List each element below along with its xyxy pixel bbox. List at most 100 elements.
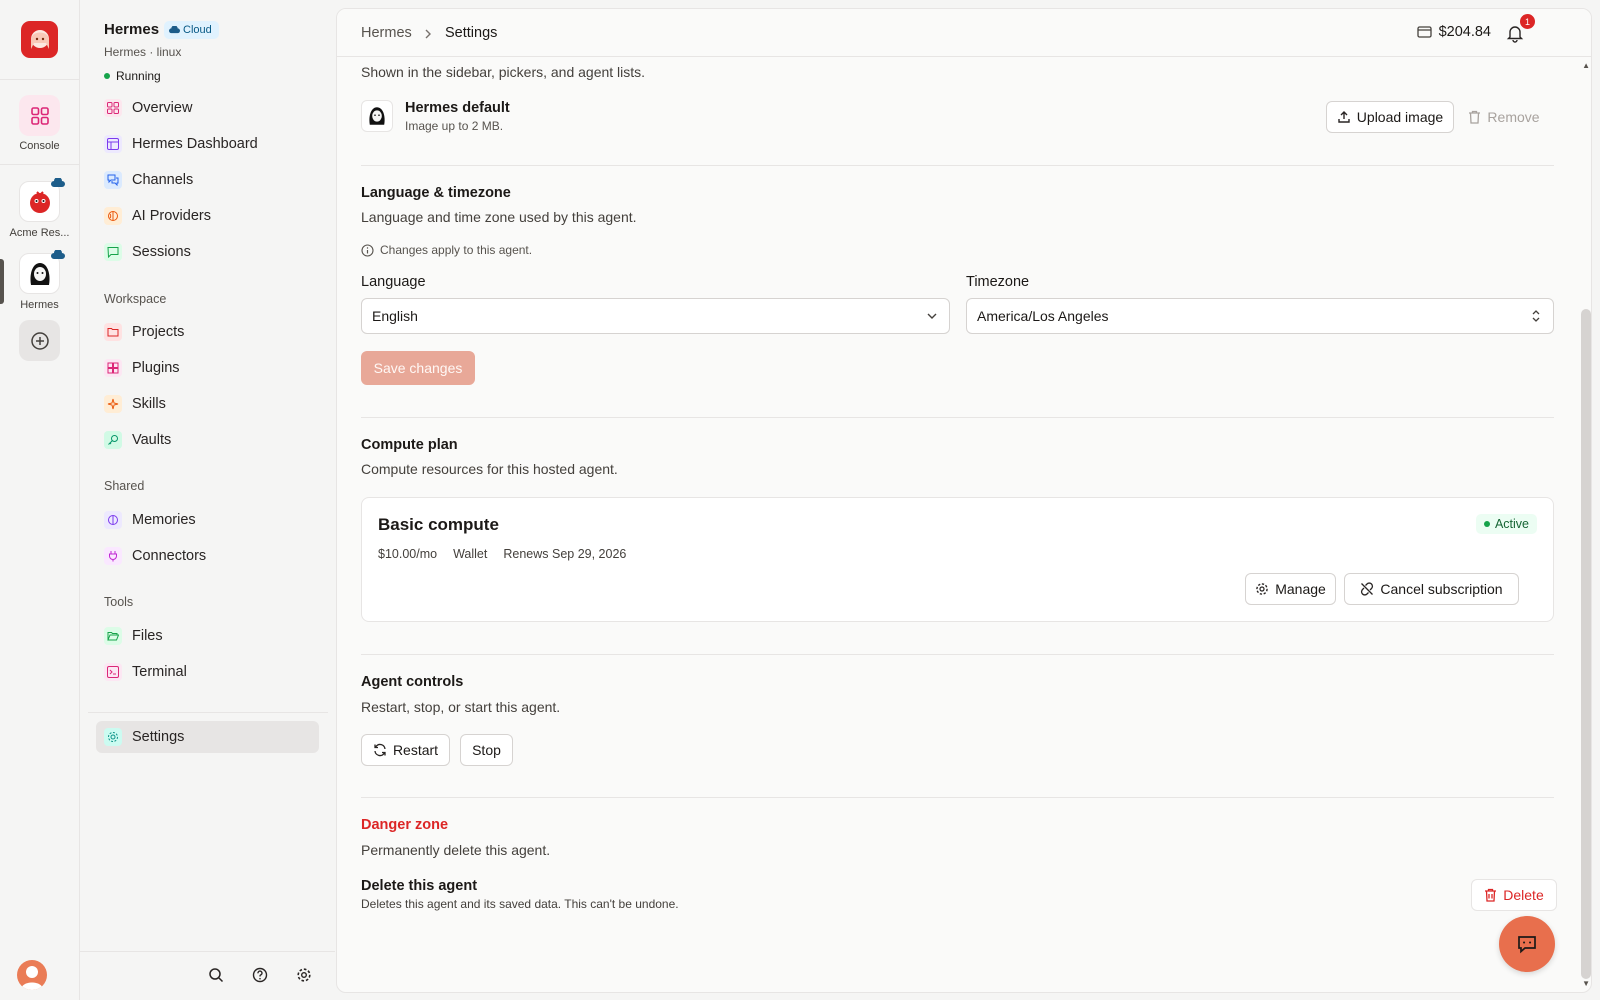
sparkles-icon bbox=[104, 395, 122, 413]
section-tools: Tools bbox=[104, 595, 134, 609]
nav-memories[interactable]: Memories bbox=[96, 504, 319, 536]
app-logo[interactable] bbox=[21, 21, 58, 58]
cancel-subscription-button[interactable]: Cancel subscription bbox=[1344, 573, 1519, 605]
manage-button[interactable]: Manage bbox=[1245, 573, 1336, 605]
user-avatar-icon bbox=[21, 966, 43, 990]
nav-label: Hermes Dashboard bbox=[132, 136, 258, 152]
nav-label: Plugins bbox=[132, 360, 180, 376]
nav-vaults[interactable]: Vaults bbox=[96, 424, 319, 456]
stop-label: Stop bbox=[472, 742, 501, 758]
compute-plan-card: Basic compute Active $10.00/mo Wallet Re… bbox=[361, 497, 1554, 622]
timezone-value: America/Los Angeles bbox=[977, 308, 1109, 324]
message-square-icon bbox=[104, 243, 122, 261]
agent-name: Hermes bbox=[104, 21, 160, 38]
plan-name: Basic compute bbox=[378, 515, 499, 534]
sidebar: Hermes Cloud Hermes · linux Running Over… bbox=[80, 0, 335, 1000]
nav-hermes-dashboard[interactable]: Hermes Dashboard bbox=[96, 128, 319, 160]
nav-label: Sessions bbox=[132, 244, 191, 260]
language-note-text: Changes apply to this agent. bbox=[380, 243, 533, 257]
nav-label: AI Providers bbox=[132, 208, 211, 224]
remove-image-button[interactable]: Remove bbox=[1464, 101, 1544, 133]
hermes-agent-button[interactable] bbox=[19, 250, 65, 294]
balance-amount: $204.84 bbox=[1438, 24, 1491, 40]
cloud-icon bbox=[169, 26, 180, 34]
avatar-name: Hermes default bbox=[405, 100, 510, 116]
hermes-agent-icon bbox=[29, 262, 50, 285]
nav-overview[interactable]: Overview bbox=[96, 92, 319, 124]
help-icon bbox=[252, 967, 268, 983]
breadcrumb-root[interactable]: Hermes bbox=[361, 25, 412, 41]
scrollbar-thumb[interactable] bbox=[1581, 309, 1591, 979]
nav-label: Projects bbox=[132, 324, 185, 340]
nav-settings[interactable]: Settings bbox=[96, 721, 319, 753]
nav-ai-providers[interactable]: AI Providers bbox=[96, 200, 319, 232]
nav-projects[interactable]: Projects bbox=[96, 316, 319, 348]
link-off-icon bbox=[1361, 582, 1374, 596]
help-button[interactable] bbox=[251, 966, 269, 984]
scroll-down-arrow[interactable]: ▼ bbox=[1582, 979, 1590, 988]
nav-plugins[interactable]: Plugins bbox=[96, 352, 319, 384]
language-select[interactable]: English bbox=[361, 298, 950, 334]
puzzle-icon bbox=[104, 359, 122, 377]
user-avatar[interactable] bbox=[17, 960, 47, 990]
notification-count: 1 bbox=[1520, 14, 1535, 29]
grid-icon bbox=[30, 106, 49, 125]
chat-bubbles-icon bbox=[104, 171, 122, 189]
language-label: Language bbox=[361, 274, 426, 290]
stop-button[interactable]: Stop bbox=[460, 734, 513, 766]
language-section-description: Language and time zone used by this agen… bbox=[361, 209, 637, 225]
compute-section-title: Compute plan bbox=[361, 437, 458, 453]
plus-circle-icon bbox=[30, 331, 49, 350]
info-icon bbox=[361, 243, 374, 257]
folder-icon bbox=[104, 323, 122, 341]
nav-label: Vaults bbox=[132, 432, 172, 448]
plan-renewal: Renews Sep 29, 2026 bbox=[503, 547, 627, 561]
acme-agent-button[interactable] bbox=[19, 178, 65, 222]
main-panel: Hermes Settings $204.84 1 Shown in the s… bbox=[336, 8, 1592, 993]
wallet-balance[interactable]: $204.84 bbox=[1416, 24, 1491, 40]
manage-label: Manage bbox=[1275, 581, 1326, 597]
console-button[interactable] bbox=[19, 95, 60, 136]
controls-section-description: Restart, stop, or start this agent. bbox=[361, 699, 561, 715]
add-agent-button[interactable] bbox=[19, 320, 60, 361]
breadcrumb-current: Settings bbox=[445, 25, 498, 41]
plan-meta: $10.00/mo Wallet Renews Sep 29, 2026 bbox=[378, 547, 626, 561]
chevron-right-icon bbox=[425, 29, 431, 39]
scroll-up-arrow[interactable]: ▲ bbox=[1582, 61, 1590, 70]
nav-label: Files bbox=[132, 628, 163, 644]
nav-files[interactable]: Files bbox=[96, 620, 319, 652]
nav-label: Terminal bbox=[132, 664, 187, 680]
preferences-button[interactable] bbox=[295, 966, 313, 984]
chat-assistant-button[interactable] bbox=[1499, 916, 1555, 972]
gear-icon bbox=[297, 968, 311, 982]
nav-label: Skills bbox=[132, 396, 166, 412]
cloud-icon bbox=[51, 178, 65, 187]
restart-button[interactable]: Restart bbox=[361, 734, 450, 766]
trash-icon bbox=[1469, 110, 1481, 124]
plan-status-badge: Active bbox=[1475, 514, 1537, 534]
delete-agent-button[interactable]: Delete bbox=[1471, 879, 1557, 911]
brain-icon bbox=[104, 207, 122, 225]
timezone-select[interactable]: America/Los Angeles bbox=[966, 298, 1554, 334]
brain-icon bbox=[104, 511, 122, 529]
status-dot bbox=[104, 73, 110, 79]
chevron-down-icon bbox=[927, 313, 937, 319]
nav-channels[interactable]: Channels bbox=[96, 164, 319, 196]
nav-label: Overview bbox=[132, 100, 193, 116]
nav-skills[interactable]: Skills bbox=[96, 388, 319, 420]
nav-connectors[interactable]: Connectors bbox=[96, 540, 319, 572]
search-button[interactable] bbox=[207, 966, 225, 984]
folder-open-icon bbox=[104, 627, 122, 645]
rail-active-indicator bbox=[0, 259, 4, 304]
upload-image-button[interactable]: Upload image bbox=[1326, 101, 1454, 133]
nav-label: Settings bbox=[132, 729, 185, 745]
upload-label: Upload image bbox=[1356, 109, 1444, 125]
nav-terminal[interactable]: Terminal bbox=[96, 656, 319, 688]
gear-icon bbox=[104, 728, 122, 746]
save-changes-button[interactable]: Save changes bbox=[361, 351, 475, 385]
nav-sessions[interactable]: Sessions bbox=[96, 236, 319, 268]
acme-agent-label: Acme Res... bbox=[9, 227, 70, 239]
section-shared: Shared bbox=[104, 479, 145, 493]
key-icon bbox=[104, 431, 122, 449]
agent-avatar bbox=[361, 100, 393, 132]
